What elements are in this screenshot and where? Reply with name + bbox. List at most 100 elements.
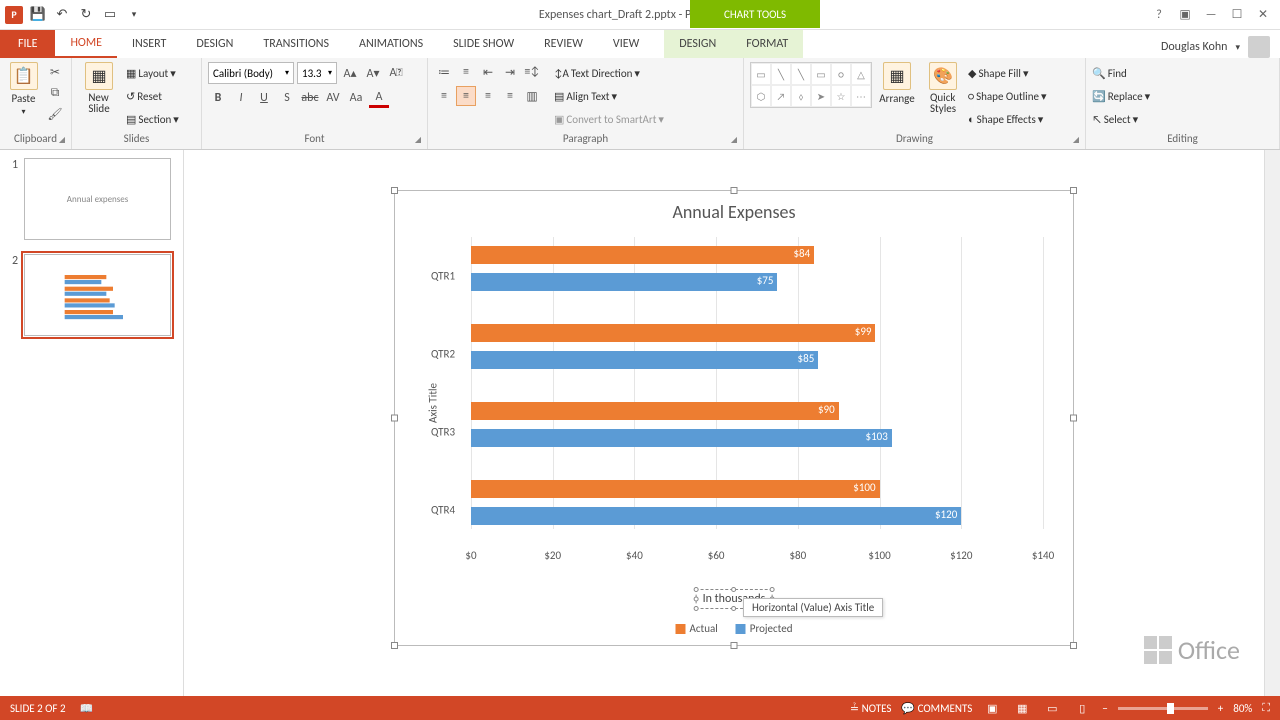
ribbon-options-icon[interactable]: ▣	[1174, 5, 1196, 25]
quick-styles-button[interactable]: 🎨Quick Styles	[922, 62, 964, 114]
slide[interactable]: Annual Expenses Axis Title QTR1$84$75QTR…	[394, 190, 1074, 646]
launcher-icon[interactable]: ◢	[731, 135, 737, 145]
maximize-icon[interactable]: ☐	[1226, 5, 1248, 25]
shrink-font-icon[interactable]: A▾	[363, 63, 383, 83]
plot-area[interactable]: QTR1$84$75QTR2$99$85QTR3$90$103QTR4$100$…	[471, 237, 1043, 549]
tab-chart-format[interactable]: FORMAT	[731, 30, 803, 58]
close-icon[interactable]: ✕	[1252, 5, 1274, 25]
y-axis-title[interactable]: Axis Title	[427, 383, 440, 423]
chart-title[interactable]: Annual Expenses	[395, 191, 1073, 223]
slide-thumbnail-1[interactable]: Annual expenses	[24, 158, 171, 240]
fit-to-window-icon[interactable]: ⛶	[1262, 701, 1270, 715]
shape-outline-button[interactable]: ○ Shape Outline ▾	[968, 85, 1046, 107]
tab-design[interactable]: DESIGN	[181, 30, 248, 58]
undo-icon[interactable]: ↶	[52, 5, 72, 25]
launcher-icon[interactable]: ◢	[59, 135, 65, 145]
align-right-icon[interactable]: ≡	[478, 86, 498, 106]
chart-object[interactable]: Annual Expenses Axis Title QTR1$84$75QTR…	[395, 191, 1073, 645]
text-direction-button[interactable]: ↕A Text Direction ▾	[554, 62, 664, 84]
save-icon[interactable]: 💾	[28, 5, 48, 25]
tab-review[interactable]: REVIEW	[529, 30, 598, 58]
shape-effects-button[interactable]: ◐ Shape Effects ▾	[968, 108, 1046, 130]
redo-icon[interactable]: ↻	[76, 5, 96, 25]
qat-dropdown-icon[interactable]: ▾	[124, 5, 144, 25]
bar-actual[interactable]: $90	[471, 402, 839, 420]
numbering-icon[interactable]: ≡	[456, 62, 476, 82]
tab-transitions[interactable]: TRANSITIONS	[248, 30, 344, 58]
change-case-icon[interactable]: Aa	[346, 88, 366, 108]
increase-indent-icon[interactable]: ⇥	[500, 62, 520, 82]
zoom-level[interactable]: 80%	[1233, 702, 1252, 715]
bar-actual[interactable]: $84	[471, 246, 814, 264]
bold-button[interactable]: B	[208, 88, 228, 108]
columns-icon[interactable]: ▥	[522, 86, 542, 106]
tab-view[interactable]: VIEW	[598, 30, 654, 58]
bar-actual[interactable]: $99	[471, 324, 875, 342]
bar-projected[interactable]: $85	[471, 351, 818, 369]
bar-projected[interactable]: $75	[471, 273, 777, 291]
find-button[interactable]: 🔍 Find	[1092, 62, 1150, 84]
spell-check-icon[interactable]: 📖	[80, 702, 94, 715]
bar-projected[interactable]: $103	[471, 429, 892, 447]
cut-icon[interactable]: ✂	[45, 62, 65, 82]
smartart-button[interactable]: ▣ Convert to SmartArt ▾	[554, 108, 664, 130]
char-spacing-icon[interactable]: AV	[323, 88, 343, 108]
tab-chart-design[interactable]: DESIGN	[664, 30, 731, 58]
shapes-gallery[interactable]: ▭╲╲▭○△ ⬡↗⬨➤☆⋯	[750, 62, 872, 108]
font-color-icon[interactable]: A	[369, 88, 389, 108]
new-slide-button[interactable]: ▦New Slide	[78, 62, 120, 114]
notes-button[interactable]: ≟ NOTES	[850, 702, 892, 715]
minimize-icon[interactable]: —	[1200, 5, 1222, 25]
zoom-out-button[interactable]: −	[1102, 702, 1107, 715]
app-icon[interactable]: P	[4, 5, 24, 25]
arrange-button[interactable]: ▦Arrange	[876, 62, 918, 105]
tab-home[interactable]: HOME	[55, 30, 117, 58]
bullets-icon[interactable]: ≔	[434, 62, 454, 82]
paste-button[interactable]: 📋Paste▾	[6, 62, 41, 117]
align-center-icon[interactable]: ≡	[456, 86, 476, 106]
grow-font-icon[interactable]: A▴	[340, 63, 360, 83]
copy-icon[interactable]: ⧉	[45, 83, 65, 103]
underline-button[interactable]: U	[254, 88, 274, 108]
reading-view-icon[interactable]: ▭	[1042, 700, 1062, 716]
normal-view-icon[interactable]: ▣	[982, 700, 1002, 716]
tab-file[interactable]: FILE	[0, 30, 55, 58]
select-button[interactable]: ↖ Select ▾	[1092, 108, 1150, 130]
layout-button[interactable]: ▦ Layout ▾	[126, 62, 179, 84]
user-dropdown-icon[interactable]: ▾	[1235, 42, 1240, 53]
line-spacing-icon[interactable]: ≡↕	[522, 62, 542, 82]
strike-button[interactable]: abc	[300, 88, 320, 108]
launcher-icon[interactable]: ◢	[1073, 135, 1079, 145]
user-name[interactable]: Douglas Kohn	[1161, 40, 1228, 54]
slide-canvas[interactable]: Annual Expenses Axis Title QTR1$84$75QTR…	[184, 150, 1264, 696]
launcher-icon[interactable]: ◢	[415, 135, 421, 145]
clear-format-icon[interactable]: A⃠	[386, 63, 406, 83]
zoom-slider[interactable]	[1118, 707, 1208, 710]
shape-fill-button[interactable]: ◆ Shape Fill ▾	[968, 62, 1046, 84]
slide-thumbnail-2[interactable]	[24, 254, 171, 336]
font-name-input[interactable]: Calibri (Body)▾	[208, 62, 294, 84]
x-axis[interactable]: $0$20$40$60$80$100$120$140	[471, 549, 1043, 569]
tab-animations[interactable]: ANIMATIONS	[344, 30, 438, 58]
bar-projected[interactable]: $120	[471, 507, 961, 525]
chart-legend[interactable]: Actual Projected	[676, 622, 793, 635]
justify-icon[interactable]: ≡	[500, 86, 520, 106]
avatar[interactable]	[1248, 36, 1270, 58]
slide-thumbnail-panel[interactable]: 1 Annual expenses 2	[0, 150, 184, 696]
align-text-button[interactable]: ▤ Align Text ▾	[554, 85, 664, 107]
reset-button[interactable]: ↺ Reset	[126, 85, 179, 107]
section-button[interactable]: ▤ Section ▾	[126, 108, 179, 130]
sorter-view-icon[interactable]: ▦	[1012, 700, 1032, 716]
comments-button[interactable]: 💬 COMMENTS	[901, 702, 972, 715]
vertical-scrollbar[interactable]	[1264, 150, 1280, 696]
bar-actual[interactable]: $100	[471, 480, 880, 498]
italic-button[interactable]: I	[231, 88, 251, 108]
replace-button[interactable]: 🔄 Replace ▾	[1092, 85, 1150, 107]
shadow-button[interactable]: S	[277, 88, 297, 108]
slideshow-view-icon[interactable]: ▯	[1072, 700, 1092, 716]
slide-indicator[interactable]: SLIDE 2 OF 2	[10, 702, 66, 715]
decrease-indent-icon[interactable]: ⇤	[478, 62, 498, 82]
help-icon[interactable]: ?	[1148, 5, 1170, 25]
align-left-icon[interactable]: ≡	[434, 86, 454, 106]
tab-insert[interactable]: INSERT	[117, 30, 181, 58]
